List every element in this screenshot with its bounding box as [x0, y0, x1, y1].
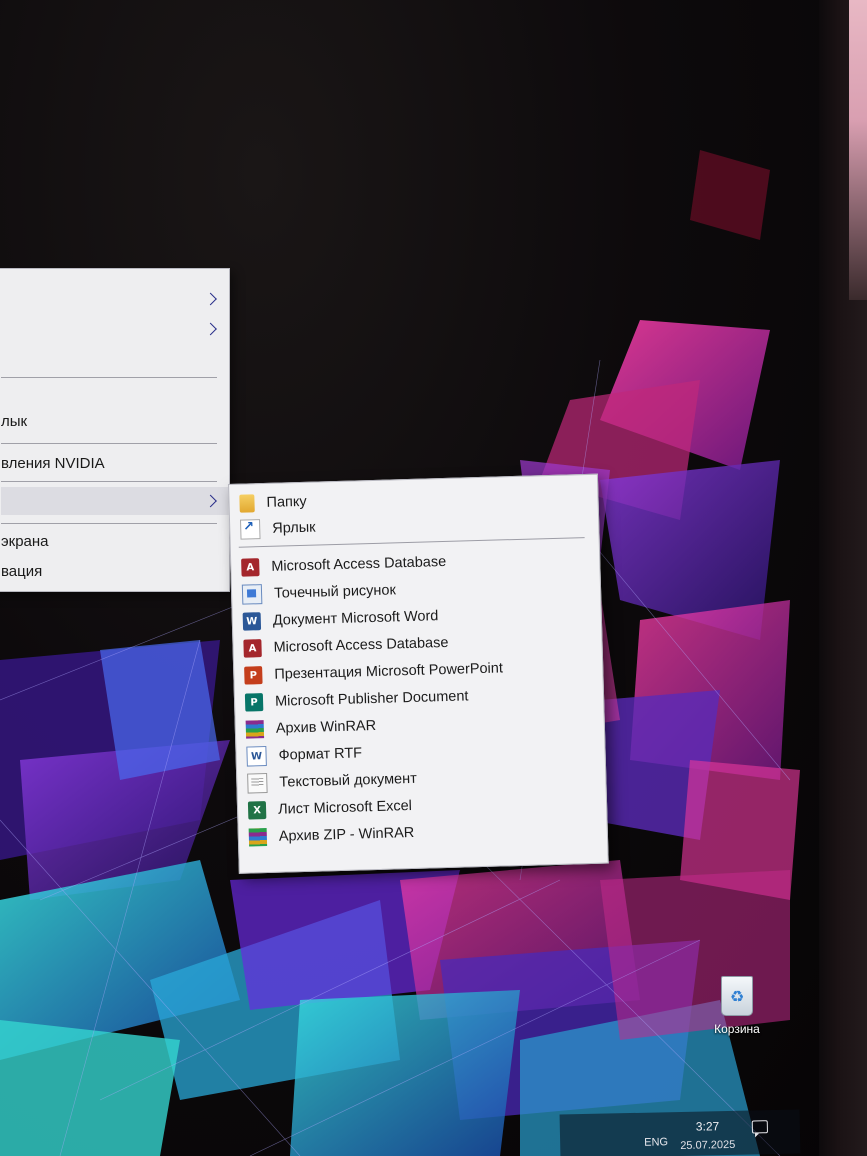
context-menu-item-display-settings[interactable]: экрана	[1, 527, 229, 555]
context-menu-item-new[interactable]	[1, 487, 229, 515]
notification-icon[interactable]	[751, 1120, 769, 1134]
clock-time[interactable]: 3:27	[696, 1119, 720, 1133]
menu-item-label: экрана	[1, 532, 49, 550]
publisher-icon: P	[244, 693, 264, 712]
chevron-right-icon	[204, 494, 217, 508]
submenu-item-label: Папку	[266, 493, 307, 511]
desktop-context-menu: лык вления NVIDIA экрана вация	[0, 268, 230, 592]
recycle-bin-icon	[721, 976, 753, 1016]
menu-item-label: лык	[1, 412, 28, 430]
submenu-item-label: Лист Microsoft Excel	[277, 797, 413, 818]
submenu-item-label: Microsoft Access Database	[271, 553, 447, 575]
taskbar-tray: ENG 3:27 25.07.2025	[559, 1109, 801, 1156]
submenu-item-label: Точечный рисунок	[273, 582, 397, 602]
context-menu-item-paste-shortcut[interactable]: лык	[1, 407, 229, 435]
submenu-item-label: Документ Microsoft Word	[272, 608, 439, 629]
new-item-submenu: Папку Ярлык A Microsoft Access Database …	[228, 473, 609, 874]
menu-separator	[1, 377, 217, 378]
chevron-right-icon	[204, 292, 217, 306]
excel-icon: X	[247, 801, 267, 820]
menu-separator	[1, 523, 217, 524]
menu-item-label: вления NVIDIA	[1, 454, 105, 472]
context-menu-item-personalize[interactable]: вация	[1, 557, 229, 585]
text-document-icon	[247, 773, 268, 794]
word-icon: W	[242, 612, 262, 631]
submenu-item-label: Архив WinRAR	[275, 717, 377, 737]
folder-icon	[239, 494, 255, 513]
access-icon: A	[241, 558, 260, 577]
powerpoint-icon: P	[244, 666, 263, 685]
submenu-item-label: Ярлык	[272, 519, 316, 537]
winrar-icon	[245, 720, 265, 739]
context-menu-item-sort[interactable]	[1, 315, 229, 343]
submenu-item-label: Microsoft Access Database	[273, 634, 449, 656]
menu-separator	[1, 481, 217, 482]
access-icon: A	[243, 639, 262, 658]
desktop-screen: лык вления NVIDIA экрана вация Папку Ярл…	[0, 0, 867, 1156]
chevron-right-icon	[204, 322, 217, 336]
menu-separator	[1, 443, 217, 444]
submenu-item-label: Текстовый документ	[279, 770, 417, 791]
submenu-item-label: Формат RTF	[278, 745, 363, 764]
zip-icon	[248, 828, 268, 847]
context-menu-item-nvidia[interactable]: вления NVIDIA	[1, 449, 229, 477]
menu-item-label: вация	[1, 562, 43, 580]
context-menu-item-view[interactable]	[1, 285, 229, 313]
background-wall	[849, 0, 867, 300]
bitmap-icon	[241, 584, 263, 605]
desktop-icon-recycle-bin[interactable]: Корзина	[706, 976, 768, 1036]
desktop-icon-label: Корзина	[714, 1022, 760, 1036]
rtf-icon: W	[246, 746, 267, 767]
shortcut-icon	[240, 519, 261, 540]
language-indicator[interactable]: ENG	[644, 1136, 668, 1148]
clock-date[interactable]: 25.07.2025	[680, 1139, 735, 1152]
submenu-item-label: Microsoft Publisher Document	[274, 688, 469, 710]
submenu-item-label: Презентация Microsoft PowerPoint	[274, 660, 504, 683]
submenu-item-label: Архив ZIP - WinRAR	[278, 824, 415, 845]
